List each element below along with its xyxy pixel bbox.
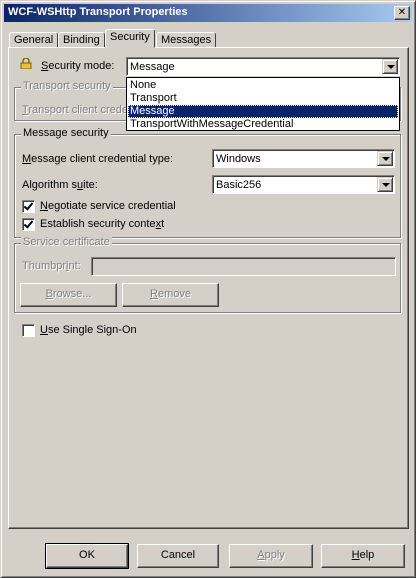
dropdown-option-transport-with-message-credential[interactable]: TransportWithMessageCredential (128, 118, 398, 131)
dropdown-option-transport[interactable]: Transport (128, 92, 398, 105)
security-mode-dropdown-list: None Transport Message TransportWithMess… (126, 77, 400, 131)
title-bar[interactable]: WCF-WSHttp Transport Properties ✕ (4, 4, 412, 22)
tab-general[interactable]: General (9, 32, 58, 48)
apply-button[interactable]: Apply (229, 544, 313, 568)
tab-messages[interactable]: Messages (156, 32, 216, 48)
close-icon[interactable]: ✕ (394, 6, 410, 20)
properties-dialog: WCF-WSHttp Transport Properties ✕ Genera… (0, 0, 416, 578)
tab-binding[interactable]: Binding (58, 32, 105, 48)
help-button[interactable]: Help (321, 544, 405, 568)
cancel-button[interactable]: Cancel (137, 544, 219, 568)
dropdown-option-none[interactable]: None (128, 79, 398, 92)
ok-button[interactable]: OK (45, 543, 129, 569)
window-title: WCF-WSHttp Transport Properties (8, 6, 188, 18)
tab-security[interactable]: Security (105, 29, 155, 48)
dropdown-option-message[interactable]: Message (128, 105, 398, 118)
